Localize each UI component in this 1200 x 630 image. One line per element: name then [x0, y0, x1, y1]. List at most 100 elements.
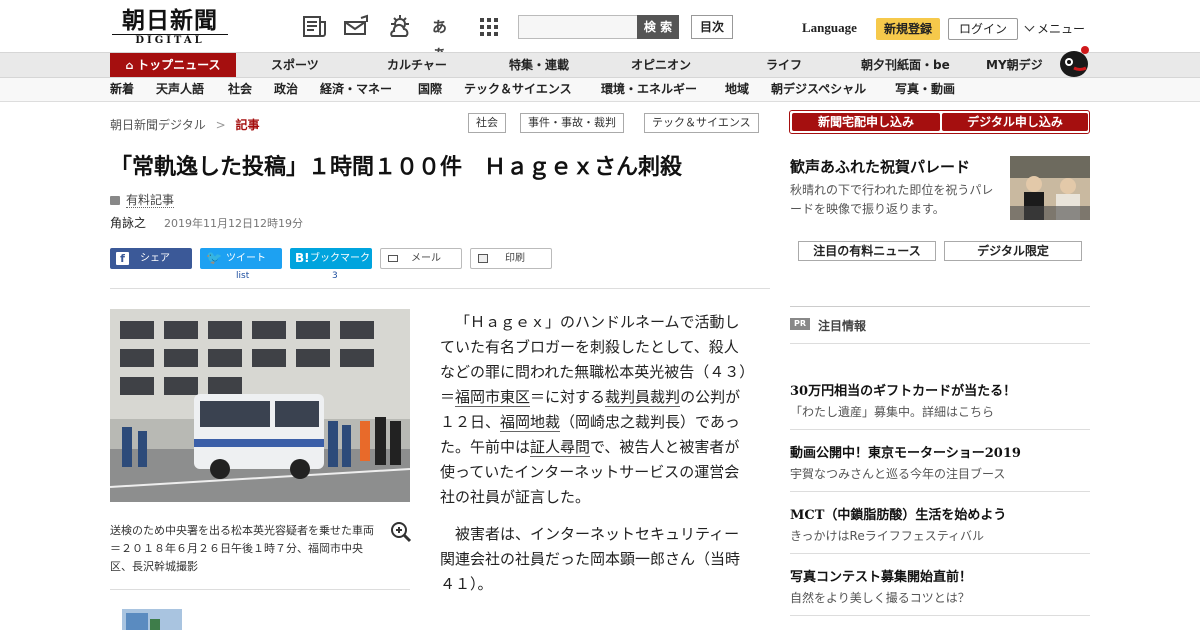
site-header: 朝日新聞 DIGITAL あぁ 検 索 目次 Language 新規登録 ログイ…: [0, 0, 1200, 62]
pr-item-title[interactable]: 動画公開中！東京モーターショー2019: [790, 442, 1021, 461]
pr-item-text[interactable]: 宇賀なつみさんと巡る今年の注目ブース: [790, 465, 1005, 482]
nav-item[interactable]: MY朝デジ: [986, 53, 1043, 77]
keyword-link[interactable]: 福岡地裁: [500, 413, 561, 432]
subnav-item[interactable]: 政治: [274, 78, 298, 101]
feature-summary: 秋晴れの下で行われた即位を祝うパレードを映像で振り返ります。: [790, 183, 994, 216]
nav-item[interactable]: ライフ: [766, 53, 802, 77]
pr-item-text[interactable]: きっかけはReライフフェスティバル: [790, 527, 984, 544]
print-label: 印刷: [505, 253, 525, 264]
paid-news-button[interactable]: 注目の有料ニュース: [798, 241, 936, 261]
pr-item-text[interactable]: 「わたし遺産」募集中。詳細はこちら: [790, 403, 994, 420]
subnav-item[interactable]: 経済・マネー: [320, 78, 392, 101]
mailbox-icon[interactable]: [342, 14, 368, 40]
font-size-icon[interactable]: あぁ: [432, 14, 458, 62]
hatena-count: 3: [332, 271, 338, 281]
hatena-bookmark-label: ブックマーク: [310, 253, 370, 264]
nav-item[interactable]: カルチャー: [387, 53, 447, 77]
digital-subscribe-button[interactable]: デジタル申し込み: [942, 113, 1088, 131]
subnav-item[interactable]: 新着: [110, 78, 134, 101]
tag-link[interactable]: 事件・事故・裁判: [520, 113, 624, 133]
divider: [790, 306, 1090, 307]
zoom-icon[interactable]: [390, 521, 412, 543]
facebook-icon: f: [116, 252, 129, 265]
pr-badge: PR: [790, 318, 810, 330]
tag-link[interactable]: テック＆サイエンス: [644, 113, 759, 133]
menu-label: メニュー: [1037, 22, 1086, 36]
keyword-link[interactable]: 証人尋問: [530, 438, 591, 457]
nav-top-news-label: トップニュース: [137, 58, 221, 72]
divider: [790, 491, 1090, 492]
pr-heading: 注目情報: [818, 319, 867, 333]
breadcrumb-root[interactable]: 朝日新聞デジタル: [110, 118, 206, 132]
breadcrumb-current: 記事: [235, 118, 260, 132]
nav-item[interactable]: 特集・連載: [509, 53, 569, 77]
related-thumbnail[interactable]: [122, 609, 182, 630]
breadcrumb: 朝日新聞デジタル > 記事: [110, 116, 260, 133]
subnav-item[interactable]: 社会: [228, 78, 252, 101]
article-body: 「Ｈａｇｅｘ」のハンドルネームで活動していた有名ブロガーを刺殺したとして、殺人な…: [440, 310, 750, 609]
divider: [790, 429, 1090, 430]
print-button[interactable]: 印刷: [470, 248, 552, 269]
paid-article-label[interactable]: 有料記事: [110, 191, 175, 208]
logo-text-en: DIGITAL: [112, 34, 228, 47]
mascot-icon[interactable]: [1056, 44, 1092, 78]
mail-label: メール: [411, 253, 441, 264]
article-title: 「常軌逸した投稿」１時間１００件 Ｈａｇｅｘさん刺殺: [110, 155, 683, 180]
mail-icon: [388, 255, 398, 262]
logo-text-jp: 朝日新聞: [122, 7, 218, 34]
facebook-share-label: シェア: [140, 253, 170, 264]
primary-nav: ⌂ トップニュース スポーツ カルチャー 特集・連載 オピニオン ライフ 朝夕刊…: [0, 52, 1200, 78]
subnav-item[interactable]: 国際: [418, 78, 442, 101]
twitter-count[interactable]: list: [236, 271, 249, 281]
nav-item[interactable]: スポーツ: [271, 53, 319, 77]
hatena-bookmark-button[interactable]: B! ブックマーク: [290, 248, 372, 269]
pr-item-text[interactable]: 自然をより美しく撮るコツとは？: [790, 589, 970, 606]
newspaper-icon[interactable]: [302, 14, 328, 40]
pr-item-title[interactable]: MCT（中鎖脂肪酸）生活を始めよう: [790, 504, 1006, 523]
printer-icon: [478, 254, 488, 263]
divider: [110, 288, 770, 289]
subnav-item[interactable]: 地域: [725, 78, 749, 101]
feature-headline[interactable]: 歓声あふれた祝賀パレード: [790, 156, 970, 177]
chevron-down-icon: [1024, 21, 1035, 32]
home-icon: ⌂: [125, 59, 138, 72]
digital-only-button[interactable]: デジタル限定: [944, 241, 1082, 261]
hatena-icon: B!: [295, 251, 310, 265]
author-name: 角詠之: [110, 216, 147, 230]
article-paragraph: 「Ｈａｇｅｘ」のハンドルネームで活動していた有名ブロガーを刺殺したとして、殺人な…: [440, 310, 750, 510]
mail-share-button[interactable]: メール: [380, 248, 462, 269]
article-photo[interactable]: [110, 309, 410, 502]
grid-icon[interactable]: [478, 14, 504, 40]
subnav-item[interactable]: 朝デジスペシャル: [771, 78, 866, 101]
search-input[interactable]: [518, 15, 638, 39]
divider: [790, 553, 1090, 554]
index-button[interactable]: 目次: [691, 15, 733, 39]
tag-link[interactable]: 社会: [468, 113, 506, 133]
pr-item-title[interactable]: 30万円相当のギフトカードが当たる！: [790, 380, 1016, 399]
pr-item-title[interactable]: 写真コンテスト募集開始直前！: [790, 566, 972, 585]
subnav-item[interactable]: 天声人語: [156, 78, 204, 101]
login-button[interactable]: ログイン: [948, 18, 1018, 40]
menu-button[interactable]: メニュー: [1024, 20, 1086, 37]
subnav-item[interactable]: テック＆サイエンス: [464, 78, 572, 101]
twitter-share-button[interactable]: 🐦 ツイート: [200, 248, 282, 269]
weather-icon[interactable]: [386, 14, 412, 40]
search-button[interactable]: 検 索: [637, 15, 679, 39]
subnav-item[interactable]: 環境・エネルギー: [601, 78, 697, 101]
keyword-link[interactable]: 福岡市東区: [455, 388, 531, 407]
newspaper-delivery-button[interactable]: 新聞宅配申し込み: [792, 113, 940, 131]
nav-item[interactable]: オピニオン: [631, 53, 691, 77]
twitter-share-label: ツイート: [226, 253, 266, 264]
facebook-share-button[interactable]: f シェア: [110, 248, 192, 269]
keyword-link[interactable]: 裁判員裁判: [605, 388, 681, 407]
paid-label-text: 有料記事: [126, 193, 175, 208]
nav-item[interactable]: 朝夕刊紙面・be: [861, 53, 950, 77]
register-button[interactable]: 新規登録: [876, 18, 940, 40]
subscription-box: 新聞宅配申し込み デジタル申し込み: [789, 110, 1090, 134]
divider: [790, 343, 1090, 344]
nav-top-news[interactable]: ⌂ トップニュース: [110, 53, 236, 77]
site-logo[interactable]: 朝日新聞 DIGITAL: [112, 8, 228, 48]
feature-thumbnail[interactable]: [1010, 156, 1090, 220]
language-link[interactable]: Language: [802, 20, 857, 36]
subnav-item[interactable]: 写真・動画: [895, 78, 955, 101]
